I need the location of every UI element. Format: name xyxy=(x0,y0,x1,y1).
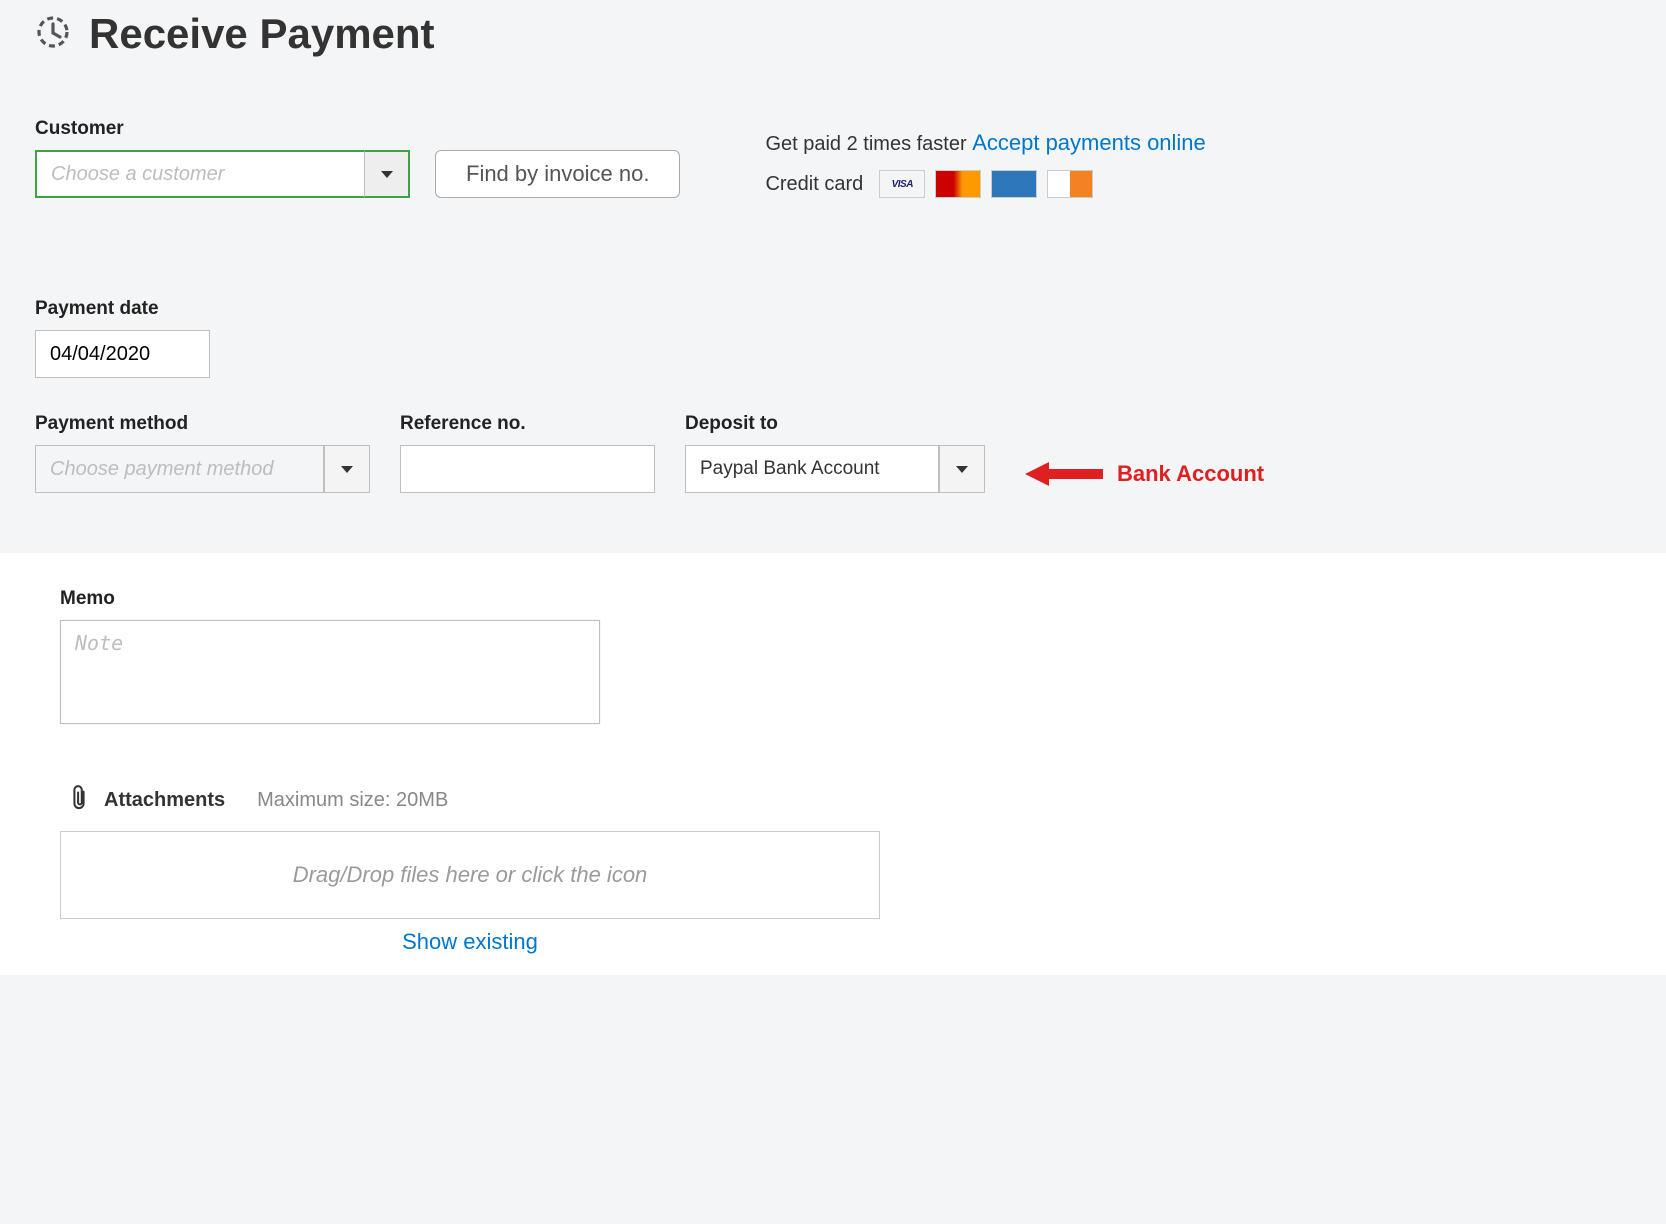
memo-textarea[interactable] xyxy=(60,620,600,724)
paperclip-icon xyxy=(68,784,90,817)
attachments-dropzone[interactable]: Drag/Drop files here or click the icon xyxy=(60,831,880,919)
attachments-label: Attachments xyxy=(104,789,225,812)
payment-date-label: Payment date xyxy=(35,298,1631,320)
page-title: Receive Payment xyxy=(89,10,435,58)
deposit-to-dropdown[interactable]: Paypal Bank Account xyxy=(685,445,985,493)
customer-dropdown-text: Choose a customer xyxy=(35,150,364,198)
mastercard-icon xyxy=(935,170,981,198)
reference-label: Reference no. xyxy=(400,413,655,435)
memo-label: Memo xyxy=(60,588,1606,610)
find-by-invoice-button[interactable]: Find by invoice no. xyxy=(435,150,680,198)
chevron-down-icon[interactable] xyxy=(939,445,985,493)
payment-method-label: Payment method xyxy=(35,413,370,435)
deposit-to-label: Deposit to xyxy=(685,413,985,435)
payment-method-text: Choose payment method xyxy=(35,445,324,493)
discover-icon xyxy=(1047,170,1093,198)
history-icon xyxy=(35,14,71,55)
attachments-hint: Maximum size: 20MB xyxy=(257,789,448,812)
chevron-down-icon[interactable] xyxy=(324,445,370,493)
reference-input[interactable] xyxy=(400,445,655,493)
annotation-arrow: Bank Account xyxy=(1025,459,1264,493)
chevron-down-icon[interactable] xyxy=(364,150,410,198)
customer-dropdown[interactable]: Choose a customer xyxy=(35,150,410,198)
accept-payments-link[interactable]: Accept payments online xyxy=(972,130,1206,155)
payment-method-dropdown[interactable]: Choose payment method xyxy=(35,445,370,493)
customer-label: Customer xyxy=(35,118,410,140)
show-existing-link[interactable]: Show existing xyxy=(60,929,880,955)
visa-icon: VISA xyxy=(879,170,925,198)
payment-date-input[interactable] xyxy=(35,330,210,378)
annotation-text: Bank Account xyxy=(1117,461,1264,487)
promo-lead: Get paid 2 times faster xyxy=(765,133,966,155)
deposit-to-text: Paypal Bank Account xyxy=(685,445,939,493)
amex-icon xyxy=(991,170,1037,198)
credit-card-label: Credit card xyxy=(765,173,863,196)
